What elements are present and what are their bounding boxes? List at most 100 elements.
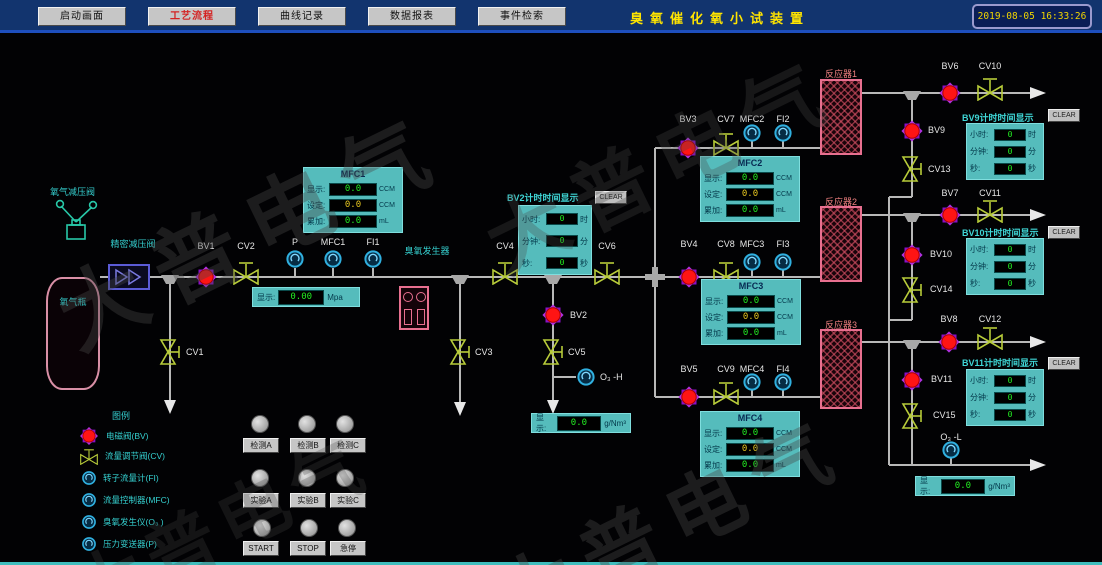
cv5-valve [541, 338, 567, 366]
bv11-tag: BV11 [931, 374, 952, 384]
mfc1-total-label: 累加: [307, 216, 327, 227]
bv9-hours-label: 小时: [970, 129, 992, 140]
mfc4-display-label: 显示: [704, 428, 724, 439]
start-button[interactable]: START [243, 541, 279, 556]
cv14-tag: CV14 [930, 284, 953, 294]
cv2-valve [232, 259, 260, 285]
mfc2-set-value[interactable]: 0.0 [726, 188, 774, 201]
bv2-seconds-value: 0 [546, 257, 578, 269]
bv9-valve[interactable] [899, 118, 925, 144]
pressure-display-unit: Mpa [327, 293, 343, 302]
experiment-a-button[interactable]: 实验A [243, 493, 279, 508]
reactor1 [820, 79, 862, 155]
bv2-hours-value: 0 [546, 213, 578, 225]
cv9-valve [712, 379, 740, 405]
bv10-hours-label: 小时: [970, 244, 992, 255]
oxygen-regulator-label: 氧气减压阀 [50, 185, 95, 198]
bv9-timer-clear-button[interactable]: CLEAR [1048, 109, 1080, 122]
bv5-valve[interactable] [676, 384, 702, 410]
cv1-tag: CV1 [186, 347, 204, 357]
bv11-seconds-value: 0 [994, 409, 1026, 421]
oxygen-regulator-icon [52, 196, 100, 244]
bv6-valve[interactable] [937, 80, 963, 106]
ozone-generator-label: 臭氧发生器 [404, 244, 449, 257]
bv2-timer-clear-button[interactable]: CLEAR [595, 191, 627, 204]
p-tag: P [292, 237, 298, 247]
nav-event-search-button[interactable]: 事件检索 [478, 7, 566, 26]
mfc3-panel-title: MFC3 [705, 281, 797, 293]
mfc2-display-value: 0.0 [726, 172, 774, 185]
nav-process-flow-button[interactable]: 工艺流程 [148, 7, 236, 26]
mfc2-total-value: 0.0 [726, 204, 774, 217]
detect-b-indicator [298, 415, 316, 433]
experiment-b-button[interactable]: 实验B [290, 493, 326, 508]
o3-high-display-value: 0.0 [557, 416, 602, 431]
mfc4-display-value: 0.0 [726, 427, 774, 440]
detect-b-button[interactable]: 检测B [290, 438, 326, 453]
nav-startup-screen-button[interactable]: 启动画面 [38, 7, 126, 26]
mfc2-instrument-icon [742, 123, 762, 143]
mfc3-display-value: 0.0 [727, 295, 775, 308]
bv7-valve[interactable] [937, 202, 963, 228]
bv1-valve[interactable] [193, 264, 219, 290]
nav-curve-record-button[interactable]: 曲线记录 [258, 7, 346, 26]
experiment-c-button[interactable]: 实验C [330, 493, 366, 508]
ozone-generator [399, 286, 429, 330]
bv11-seconds-label: 秒: [970, 409, 992, 420]
bv2-hours-unit: 时 [580, 214, 588, 225]
precision-regulator-label: 精密减压阀 [110, 237, 155, 250]
cv15-tag: CV15 [933, 410, 956, 420]
oxygen-tank [46, 277, 100, 390]
cv11-valve [976, 197, 1004, 223]
mfc2-set-label: 设定: [704, 189, 724, 200]
bv8-valve[interactable] [936, 329, 962, 355]
bv10-valve[interactable] [899, 242, 925, 268]
bv11-hours-unit: 时 [1028, 375, 1036, 386]
bv9-timer-panel: 小时:0时 分钟:0分 秒:0秒 [966, 123, 1044, 180]
pressure-transmitter-legend-icon [81, 536, 97, 552]
bv2-timer-title: BV2计时时间显示 [507, 191, 579, 204]
bv10-tag: BV10 [930, 249, 952, 259]
bv4-valve[interactable] [676, 264, 702, 290]
bv9-seconds-label: 秒: [970, 163, 992, 174]
cv13-valve [900, 155, 926, 183]
cv7-valve [712, 130, 740, 156]
cv1-valve [158, 338, 184, 366]
datetime-display: 2019-08-05 16:33:26 [972, 4, 1092, 29]
o3-low-display-unit: g/Nm³ [988, 482, 1010, 491]
bv11-timer-clear-button[interactable]: CLEAR [1048, 357, 1080, 370]
nav-data-report-button[interactable]: 数据报表 [368, 7, 456, 26]
bv9-tag: BV9 [928, 125, 945, 135]
mfc4-set-value[interactable]: 0.0 [726, 443, 774, 456]
cv10-tag: CV10 [979, 61, 1002, 71]
legend-title: 图例 [112, 409, 130, 422]
cv5-tag: CV5 [568, 347, 586, 357]
o3-high-display-label: 显示: [536, 412, 554, 434]
bv10-timer-clear-button[interactable]: CLEAR [1048, 226, 1080, 239]
mfc2-tag: MFC2 [740, 114, 765, 124]
mfc4-set-unit: CCM [776, 446, 792, 453]
mfc2-display-label: 显示: [704, 173, 724, 184]
emergency-stop-button[interactable]: 急停 [330, 541, 366, 556]
mfc1-set-value[interactable]: 0.0 [329, 199, 377, 212]
bv3-valve[interactable] [675, 135, 701, 161]
reactor2-label: 反应器2 [825, 195, 857, 208]
mfc3-panel: MFC3 显示:0.0CCM 设定:0.0CCM 累加:0.0mL [701, 279, 801, 345]
legend-ozone-analyzer-label: 臭氧发生仪(O₃ ) [103, 516, 164, 528]
detect-c-button[interactable]: 检测C [330, 438, 366, 453]
mfc3-set-value[interactable]: 0.0 [727, 311, 775, 324]
start-indicator [253, 519, 271, 537]
process-diagram: 大普电气 大普电气 大普电气 大普电气 [0, 33, 1102, 565]
detect-a-button[interactable]: 检测A [243, 438, 279, 453]
cv13-tag: CV13 [928, 164, 951, 174]
bv2-valve[interactable] [540, 302, 566, 328]
stop-button[interactable]: STOP [290, 541, 326, 556]
bv11-valve[interactable] [899, 367, 925, 393]
cv14-valve [900, 276, 926, 304]
legend-flow-controller-label: 流量控制器(MFC) [103, 494, 170, 506]
bv11-seconds-unit: 秒 [1028, 409, 1036, 420]
bv9-hours-value: 0 [994, 129, 1026, 141]
bv2-hours-label: 小时: [522, 214, 544, 225]
mfc2-total-label: 累加: [704, 205, 724, 216]
bv10-minutes-label: 分钟: [970, 261, 992, 272]
